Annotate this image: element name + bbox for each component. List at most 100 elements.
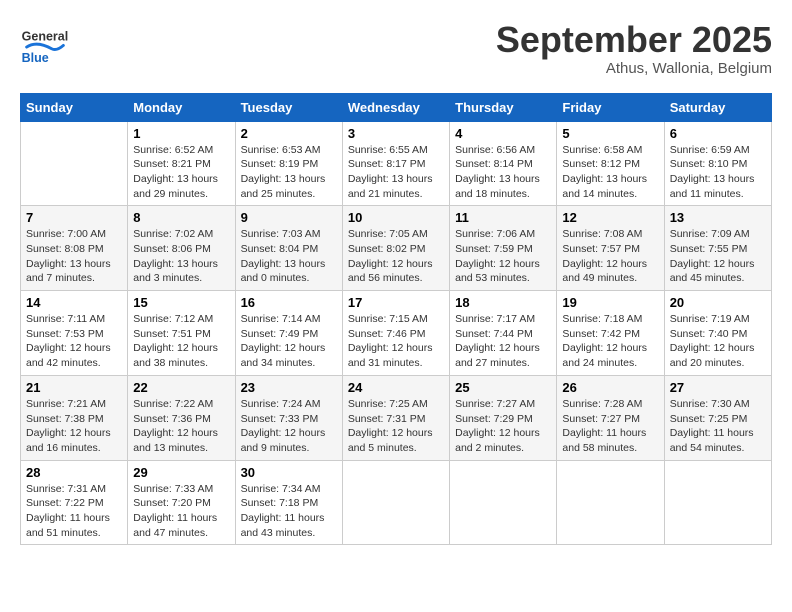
page-header: General Blue September 2025 Athus, Wallo…	[20, 20, 772, 77]
day-info: Sunrise: 7:06 AMSunset: 7:59 PMDaylight:…	[455, 228, 540, 284]
day-info: Sunrise: 7:28 AMSunset: 7:27 PMDaylight:…	[562, 398, 646, 454]
calendar-cell: 1 Sunrise: 6:52 AMSunset: 8:21 PMDayligh…	[128, 121, 235, 206]
day-number: 24	[348, 380, 444, 395]
calendar-table: SundayMondayTuesdayWednesdayThursdayFrid…	[20, 93, 772, 546]
day-number: 10	[348, 210, 444, 225]
col-header-tuesday: Tuesday	[235, 93, 342, 121]
day-number: 15	[133, 295, 229, 310]
calendar-cell: 24 Sunrise: 7:25 AMSunset: 7:31 PMDaylig…	[342, 375, 449, 460]
day-number: 12	[562, 210, 658, 225]
col-header-friday: Friday	[557, 93, 664, 121]
day-number: 26	[562, 380, 658, 395]
day-info: Sunrise: 7:18 AMSunset: 7:42 PMDaylight:…	[562, 313, 647, 369]
day-number: 4	[455, 126, 551, 141]
svg-text:General: General	[22, 29, 69, 43]
day-number: 16	[241, 295, 337, 310]
calendar-cell: 20 Sunrise: 7:19 AMSunset: 7:40 PMDaylig…	[664, 291, 771, 376]
day-number: 7	[26, 210, 122, 225]
day-number: 20	[670, 295, 766, 310]
day-info: Sunrise: 7:30 AMSunset: 7:25 PMDaylight:…	[670, 398, 754, 454]
calendar-cell: 7 Sunrise: 7:00 AMSunset: 8:08 PMDayligh…	[21, 206, 128, 291]
day-info: Sunrise: 7:24 AMSunset: 7:33 PMDaylight:…	[241, 398, 326, 454]
calendar-cell: 3 Sunrise: 6:55 AMSunset: 8:17 PMDayligh…	[342, 121, 449, 206]
calendar-cell: 5 Sunrise: 6:58 AMSunset: 8:12 PMDayligh…	[557, 121, 664, 206]
month-title: September 2025	[496, 20, 772, 60]
calendar-cell: 28 Sunrise: 7:31 AMSunset: 7:22 PMDaylig…	[21, 460, 128, 545]
calendar-cell: 25 Sunrise: 7:27 AMSunset: 7:29 PMDaylig…	[450, 375, 557, 460]
title-block: September 2025 Athus, Wallonia, Belgium	[496, 20, 772, 77]
col-header-thursday: Thursday	[450, 93, 557, 121]
day-info: Sunrise: 7:25 AMSunset: 7:31 PMDaylight:…	[348, 398, 433, 454]
week-row-4: 21 Sunrise: 7:21 AMSunset: 7:38 PMDaylig…	[21, 375, 772, 460]
calendar-cell: 10 Sunrise: 7:05 AMSunset: 8:02 PMDaylig…	[342, 206, 449, 291]
day-info: Sunrise: 7:34 AMSunset: 7:18 PMDaylight:…	[241, 483, 325, 539]
location-subtitle: Athus, Wallonia, Belgium	[496, 60, 772, 77]
logo: General Blue	[20, 20, 70, 70]
calendar-cell: 17 Sunrise: 7:15 AMSunset: 7:46 PMDaylig…	[342, 291, 449, 376]
day-info: Sunrise: 7:12 AMSunset: 7:51 PMDaylight:…	[133, 313, 218, 369]
calendar-cell: 9 Sunrise: 7:03 AMSunset: 8:04 PMDayligh…	[235, 206, 342, 291]
calendar-cell: 16 Sunrise: 7:14 AMSunset: 7:49 PMDaylig…	[235, 291, 342, 376]
day-info: Sunrise: 7:17 AMSunset: 7:44 PMDaylight:…	[455, 313, 540, 369]
day-info: Sunrise: 7:08 AMSunset: 7:57 PMDaylight:…	[562, 228, 647, 284]
day-info: Sunrise: 7:09 AMSunset: 7:55 PMDaylight:…	[670, 228, 755, 284]
day-number: 29	[133, 465, 229, 480]
col-header-wednesday: Wednesday	[342, 93, 449, 121]
calendar-cell: 26 Sunrise: 7:28 AMSunset: 7:27 PMDaylig…	[557, 375, 664, 460]
day-info: Sunrise: 6:52 AMSunset: 8:21 PMDaylight:…	[133, 144, 218, 200]
day-info: Sunrise: 7:03 AMSunset: 8:04 PMDaylight:…	[241, 228, 326, 284]
day-info: Sunrise: 7:33 AMSunset: 7:20 PMDaylight:…	[133, 483, 217, 539]
day-info: Sunrise: 6:55 AMSunset: 8:17 PMDaylight:…	[348, 144, 433, 200]
week-row-5: 28 Sunrise: 7:31 AMSunset: 7:22 PMDaylig…	[21, 460, 772, 545]
day-info: Sunrise: 6:58 AMSunset: 8:12 PMDaylight:…	[562, 144, 647, 200]
calendar-cell	[664, 460, 771, 545]
calendar-cell: 4 Sunrise: 6:56 AMSunset: 8:14 PMDayligh…	[450, 121, 557, 206]
day-info: Sunrise: 7:14 AMSunset: 7:49 PMDaylight:…	[241, 313, 326, 369]
day-number: 23	[241, 380, 337, 395]
day-number: 2	[241, 126, 337, 141]
day-number: 1	[133, 126, 229, 141]
calendar-cell: 30 Sunrise: 7:34 AMSunset: 7:18 PMDaylig…	[235, 460, 342, 545]
header-row: SundayMondayTuesdayWednesdayThursdayFrid…	[21, 93, 772, 121]
day-number: 28	[26, 465, 122, 480]
calendar-cell	[557, 460, 664, 545]
day-number: 14	[26, 295, 122, 310]
calendar-cell: 12 Sunrise: 7:08 AMSunset: 7:57 PMDaylig…	[557, 206, 664, 291]
calendar-cell	[342, 460, 449, 545]
week-row-3: 14 Sunrise: 7:11 AMSunset: 7:53 PMDaylig…	[21, 291, 772, 376]
day-number: 8	[133, 210, 229, 225]
col-header-sunday: Sunday	[21, 93, 128, 121]
week-row-1: 1 Sunrise: 6:52 AMSunset: 8:21 PMDayligh…	[21, 121, 772, 206]
day-number: 11	[455, 210, 551, 225]
col-header-monday: Monday	[128, 93, 235, 121]
day-info: Sunrise: 6:59 AMSunset: 8:10 PMDaylight:…	[670, 144, 755, 200]
calendar-cell: 13 Sunrise: 7:09 AMSunset: 7:55 PMDaylig…	[664, 206, 771, 291]
day-info: Sunrise: 7:11 AMSunset: 7:53 PMDaylight:…	[26, 313, 111, 369]
day-info: Sunrise: 7:00 AMSunset: 8:08 PMDaylight:…	[26, 228, 111, 284]
day-info: Sunrise: 7:05 AMSunset: 8:02 PMDaylight:…	[348, 228, 433, 284]
calendar-cell: 14 Sunrise: 7:11 AMSunset: 7:53 PMDaylig…	[21, 291, 128, 376]
day-info: Sunrise: 6:56 AMSunset: 8:14 PMDaylight:…	[455, 144, 540, 200]
day-number: 21	[26, 380, 122, 395]
calendar-cell: 29 Sunrise: 7:33 AMSunset: 7:20 PMDaylig…	[128, 460, 235, 545]
day-info: Sunrise: 7:02 AMSunset: 8:06 PMDaylight:…	[133, 228, 218, 284]
day-number: 19	[562, 295, 658, 310]
day-number: 18	[455, 295, 551, 310]
calendar-cell: 23 Sunrise: 7:24 AMSunset: 7:33 PMDaylig…	[235, 375, 342, 460]
day-number: 6	[670, 126, 766, 141]
week-row-2: 7 Sunrise: 7:00 AMSunset: 8:08 PMDayligh…	[21, 206, 772, 291]
calendar-cell: 11 Sunrise: 7:06 AMSunset: 7:59 PMDaylig…	[450, 206, 557, 291]
col-header-saturday: Saturday	[664, 93, 771, 121]
day-number: 5	[562, 126, 658, 141]
calendar-cell: 6 Sunrise: 6:59 AMSunset: 8:10 PMDayligh…	[664, 121, 771, 206]
calendar-cell: 22 Sunrise: 7:22 AMSunset: 7:36 PMDaylig…	[128, 375, 235, 460]
day-info: Sunrise: 7:21 AMSunset: 7:38 PMDaylight:…	[26, 398, 111, 454]
day-number: 22	[133, 380, 229, 395]
calendar-cell: 15 Sunrise: 7:12 AMSunset: 7:51 PMDaylig…	[128, 291, 235, 376]
logo-svg: General Blue	[20, 20, 70, 70]
day-info: Sunrise: 7:15 AMSunset: 7:46 PMDaylight:…	[348, 313, 433, 369]
day-number: 27	[670, 380, 766, 395]
calendar-cell: 27 Sunrise: 7:30 AMSunset: 7:25 PMDaylig…	[664, 375, 771, 460]
calendar-cell: 8 Sunrise: 7:02 AMSunset: 8:06 PMDayligh…	[128, 206, 235, 291]
day-number: 25	[455, 380, 551, 395]
